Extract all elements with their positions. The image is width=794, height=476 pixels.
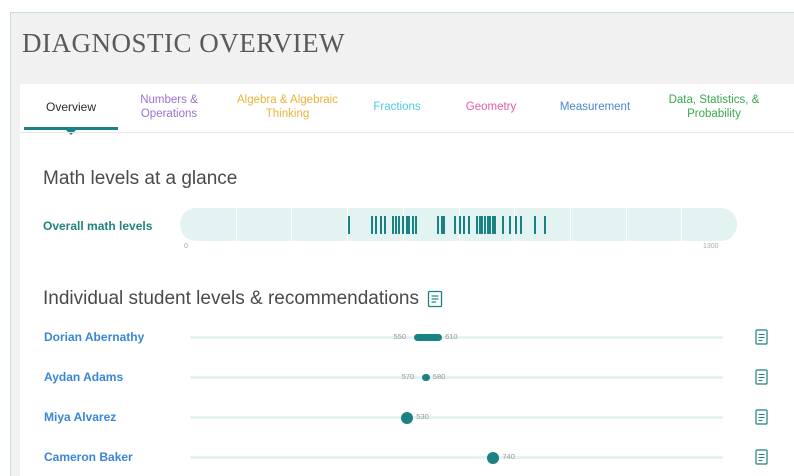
overview-card: Overview Numbers & Operations Algebra & Al… bbox=[20, 84, 794, 476]
tab-overview[interactable]: Overview bbox=[24, 84, 118, 135]
tab-data-statistics-probability[interactable]: Data, Statistics, & Probability bbox=[652, 84, 776, 130]
student-level-dot bbox=[487, 452, 500, 464]
overall-math-levels-track bbox=[180, 208, 737, 241]
student-level-mark bbox=[394, 216, 397, 234]
axis-min-label: 0 bbox=[184, 243, 188, 250]
student-row: Dorian Abernathy 550 610 bbox=[20, 328, 794, 348]
student-level-mark bbox=[370, 216, 373, 234]
page-title: DIAGNOSTIC OVERVIEW bbox=[22, 28, 346, 58]
student-level-mark bbox=[414, 216, 417, 234]
student-level-mark bbox=[383, 216, 386, 234]
track-grid-line bbox=[681, 208, 682, 241]
tab-numbers-operations[interactable]: Numbers & Operations bbox=[124, 84, 214, 130]
tab-label: Fractions bbox=[373, 101, 421, 113]
tab-algebra-algebraic-thinking[interactable]: Algebra & Algebraic Thinking bbox=[230, 84, 345, 130]
range-high-label: 610 bbox=[445, 332, 458, 341]
student-level-mark bbox=[391, 216, 394, 234]
tab-label: Overview bbox=[45, 100, 96, 114]
student-level-mark bbox=[467, 216, 470, 234]
student-level-mark bbox=[481, 216, 484, 234]
student-row: Aydan Adams 570 580 bbox=[20, 368, 794, 388]
student-level-mark bbox=[402, 216, 405, 234]
student-level-mark bbox=[459, 216, 462, 234]
tab-label: Numbers & Operations bbox=[140, 94, 198, 120]
document-icon[interactable] bbox=[755, 329, 768, 345]
range-high-label: 580 bbox=[432, 372, 446, 381]
axis-max-label: 1300 bbox=[703, 243, 719, 250]
overall-math-levels-label: Overall math levels bbox=[43, 219, 153, 233]
tab-label: Algebra & Algebraic Thinking bbox=[236, 94, 338, 120]
student-level-mark bbox=[520, 216, 523, 234]
document-icon[interactable] bbox=[427, 290, 443, 308]
track-grid-line bbox=[236, 208, 237, 241]
track-grid-line bbox=[626, 208, 627, 241]
tab-label: Measurement bbox=[559, 101, 631, 113]
student-level-track bbox=[190, 376, 723, 379]
student-level-mark bbox=[515, 216, 518, 234]
student-row: Cameron Baker 740 bbox=[20, 448, 794, 468]
document-icon[interactable] bbox=[755, 369, 768, 385]
level-value-label: 530 bbox=[416, 412, 429, 421]
student-level-track bbox=[190, 456, 723, 459]
student-level-mark bbox=[462, 216, 465, 234]
individual-levels-heading: Individual student levels & recommendati… bbox=[43, 288, 443, 310]
track-grid-line bbox=[570, 208, 571, 241]
student-level-mark bbox=[379, 216, 382, 234]
student-level-mark bbox=[408, 216, 411, 234]
student-level-mark bbox=[475, 216, 478, 234]
tab-measurement[interactable]: Measurement bbox=[547, 84, 643, 130]
tab-label: Data, Statistics, & Probability bbox=[668, 94, 760, 120]
student-level-mark bbox=[509, 216, 512, 234]
student-name-link[interactable]: Dorian Abernathy bbox=[44, 330, 144, 344]
student-level-mark bbox=[374, 216, 377, 234]
student-level-mark bbox=[502, 216, 505, 234]
student-level-dot bbox=[401, 412, 414, 424]
range-low-label: 570 bbox=[401, 372, 415, 381]
tab-label: Geometry bbox=[465, 101, 517, 113]
student-level-mark bbox=[454, 216, 457, 234]
student-name-link[interactable]: Aydan Adams bbox=[44, 370, 123, 384]
student-name-link[interactable]: Miya Alvarez bbox=[44, 410, 116, 424]
track-grid-line bbox=[291, 208, 292, 241]
student-level-mark bbox=[544, 216, 547, 234]
student-level-mark bbox=[494, 216, 497, 234]
student-level-mark bbox=[443, 216, 446, 234]
student-level-mark bbox=[437, 216, 440, 234]
student-name-link[interactable]: Cameron Baker bbox=[44, 450, 133, 464]
student-level-track bbox=[190, 416, 723, 419]
student-level-mark bbox=[533, 216, 536, 234]
student-level-mark bbox=[397, 216, 400, 234]
tab-fractions[interactable]: Fractions bbox=[360, 84, 434, 130]
tab-geometry[interactable]: Geometry bbox=[452, 84, 530, 130]
student-level-range bbox=[413, 334, 443, 341]
math-levels-heading: Math levels at a glance bbox=[43, 168, 238, 189]
student-level-mark bbox=[347, 216, 350, 234]
student-row: Miya Alvarez 530 bbox=[20, 408, 794, 428]
document-icon[interactable] bbox=[755, 409, 768, 425]
individual-levels-heading-text: Individual student levels & recommendati… bbox=[43, 288, 419, 309]
document-icon[interactable] bbox=[755, 449, 768, 465]
student-level-range bbox=[421, 374, 430, 381]
tab-divider bbox=[20, 132, 794, 133]
level-value-label: 740 bbox=[502, 452, 515, 461]
range-low-label: 550 bbox=[393, 332, 407, 341]
